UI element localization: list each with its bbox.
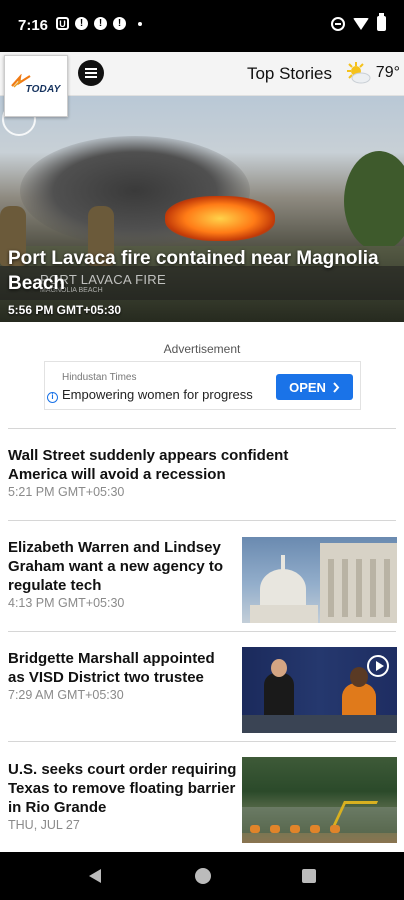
story-headline[interactable]: Elizabeth Warren and Lindsey Graham want… (8, 538, 223, 595)
alert-icon: ! (75, 17, 88, 30)
ad-cta-label: OPEN (289, 379, 326, 395)
alert-icon: ! (113, 17, 126, 30)
app-header: TODAY Top Stories 79° (0, 52, 404, 117)
story-headline[interactable]: Bridgette Marshall appointed as VISD Dis… (8, 649, 215, 687)
app-notification-icon: U (56, 17, 69, 30)
alert-icon: ! (94, 17, 107, 30)
story-headline[interactable]: U.S. seeks court order requiring Texas t… (8, 760, 236, 817)
status-bar: 7:16 U ! ! ! (0, 0, 404, 52)
station-logo[interactable]: TODAY (4, 55, 68, 117)
story-thumbnail-video[interactable] (242, 647, 397, 733)
play-icon[interactable] (367, 655, 389, 677)
battery-icon (377, 13, 386, 31)
back-icon[interactable] (89, 869, 101, 883)
divider (8, 631, 396, 632)
wifi-icon (353, 17, 369, 30)
logo-swoosh-icon (11, 74, 31, 88)
section-title: Top Stories (246, 64, 332, 83)
status-time: 7:16 (18, 17, 49, 34)
story-thumbnail-river[interactable] (242, 757, 397, 843)
partly-sunny-icon (347, 62, 371, 84)
ad-source: Hindustan Times (62, 372, 137, 383)
ad-text: Empowering women for progress (62, 387, 253, 402)
story-thumbnail-capitol[interactable] (242, 537, 397, 623)
ad-banner[interactable]: i Hindustan Times Empowering women for p… (44, 361, 361, 410)
hero-headline[interactable]: Port Lavaca fire contained near Magnolia… (8, 246, 388, 296)
divider (8, 520, 396, 521)
story-timestamp: 7:29 AM GMT+05:30 (8, 688, 124, 702)
ad-info-icon[interactable]: i (47, 392, 58, 403)
recents-icon[interactable] (302, 869, 316, 883)
hamburger-menu-icon[interactable] (78, 60, 104, 86)
story-timestamp: 5:21 PM GMT+05:30 (8, 485, 125, 499)
ad-label: Advertisement (163, 342, 241, 356)
chevron-right-icon (333, 381, 340, 393)
story-timestamp: 4:13 PM GMT+05:30 (8, 596, 125, 610)
hero-timestamp: 5:56 PM GMT+05:30 (8, 303, 122, 317)
divider (8, 741, 396, 742)
weather-temperature[interactable]: 79° (376, 64, 400, 82)
story-headline[interactable]: Wall Street suddenly appears confident A… (8, 446, 288, 484)
do-not-disturb-icon (331, 16, 345, 31)
home-icon[interactable] (195, 868, 211, 884)
system-icons (331, 13, 386, 31)
system-nav-bar (0, 852, 404, 900)
notification-icons: U ! ! ! (56, 17, 142, 30)
story-timestamp: THU, JUL 27 (8, 818, 80, 832)
more-notifications-icon (138, 21, 142, 26)
divider (8, 428, 396, 429)
ad-open-button[interactable]: OPEN (276, 374, 353, 400)
